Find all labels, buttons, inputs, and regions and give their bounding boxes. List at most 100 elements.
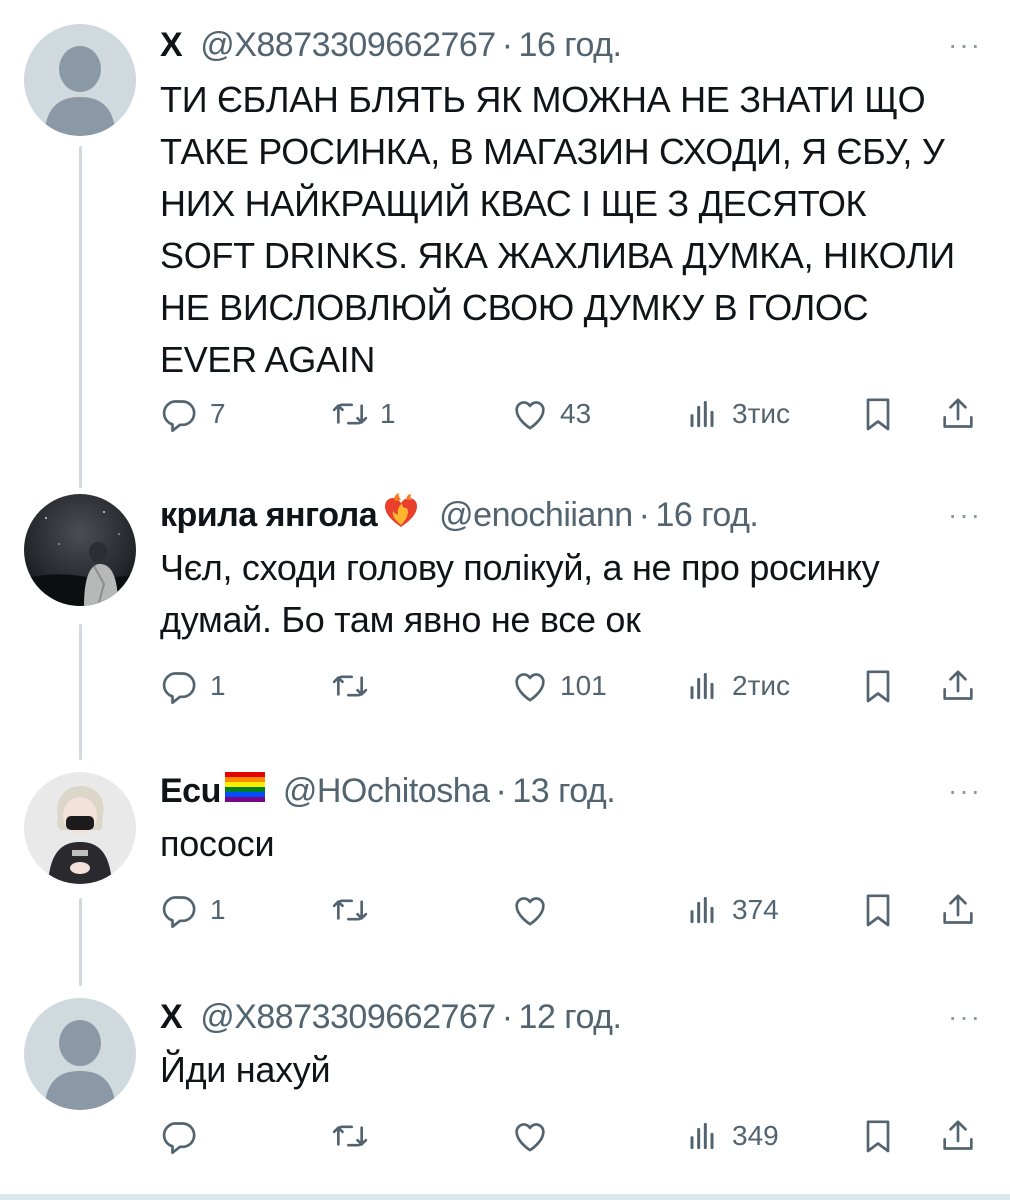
- bookmark-button[interactable]: [858, 1114, 898, 1158]
- separator: ·: [501, 997, 513, 1036]
- tweet-text: Чєл, сходи голову полікуй, а не про роси…: [160, 547, 880, 640]
- like-button[interactable]: [510, 1114, 560, 1158]
- reply-icon: [162, 896, 196, 928]
- heart-icon: [515, 673, 545, 702]
- username-handle[interactable]: @X8873309662767: [200, 26, 496, 65]
- action-bar: 1 101 2тис: [160, 664, 980, 708]
- username-handle[interactable]: @X8873309662767: [200, 998, 496, 1037]
- bookmark-button[interactable]: [858, 664, 898, 708]
- separator: ·: [638, 495, 650, 534]
- timestamp[interactable]: 16 год.: [656, 496, 759, 535]
- views-button[interactable]: 349: [682, 1114, 779, 1158]
- bookmark-button[interactable]: [858, 888, 898, 932]
- reply-button[interactable]: [160, 1114, 210, 1158]
- reply-count: 1: [210, 894, 226, 925]
- default-avatar-icon: [24, 24, 136, 136]
- default-avatar-icon: [24, 998, 136, 1110]
- view-count: 349: [732, 1120, 779, 1151]
- repost-button[interactable]: [330, 1114, 380, 1158]
- action-bar: 7 1 43 3тис: [160, 392, 980, 436]
- timestamp[interactable]: 13 год.: [512, 772, 615, 811]
- tweet-header: крила янгола @enochiiann · 16 год.: [160, 490, 759, 540]
- timestamp[interactable]: 12 год.: [519, 998, 622, 1037]
- repost-button[interactable]: [330, 664, 380, 708]
- like-button[interactable]: 43: [510, 392, 591, 436]
- like-count: 43: [560, 398, 592, 429]
- more-options-icon[interactable]: ···: [948, 20, 982, 70]
- reply-button[interactable]: 7: [160, 392, 226, 436]
- reply-count: 7: [210, 398, 226, 429]
- bookmark-icon: [866, 398, 890, 431]
- reply-button[interactable]: 1: [160, 888, 226, 932]
- views-button[interactable]: 2тис: [682, 664, 790, 708]
- view-count: 3тис: [732, 398, 791, 429]
- tweet[interactable]: крила янгола @enochiiann · 16 год. ··· Ч…: [0, 490, 1010, 740]
- display-name[interactable]: X: [160, 998, 183, 1037]
- display-name[interactable]: Ecu: [160, 772, 221, 811]
- reply-icon: [162, 400, 196, 432]
- views-button[interactable]: 374: [682, 888, 779, 932]
- separator: ·: [501, 25, 513, 64]
- timestamp[interactable]: 16 год.: [519, 26, 622, 65]
- avatar[interactable]: [24, 998, 136, 1110]
- bookmark-icon: [866, 894, 890, 927]
- tweet[interactable]: X @X8873309662767 · 12 год. ··· Йди наху…: [0, 992, 1010, 1182]
- tweet-text: пососи: [160, 823, 275, 864]
- share-button[interactable]: [938, 1114, 978, 1158]
- avatar[interactable]: [24, 494, 136, 606]
- like-button[interactable]: 101: [510, 664, 607, 708]
- separator: ·: [495, 771, 507, 810]
- share-icon: [943, 398, 973, 428]
- views-button[interactable]: 3тис: [682, 392, 790, 436]
- tweet[interactable]: Ecu @HOchitosha · 13 год. ··· пососи 1 3…: [0, 766, 1010, 966]
- bookmark-icon: [866, 670, 890, 703]
- tweet-header: X @X8873309662767 · 12 год.: [160, 992, 622, 1042]
- reply-icon: [162, 1122, 196, 1154]
- tweet-header: X @X8873309662767 · 16 год.: [160, 20, 622, 70]
- rainbow-flag-icon: [224, 771, 265, 811]
- heart-on-fire-icon: [381, 491, 421, 540]
- heart-icon: [515, 1123, 545, 1152]
- username-handle[interactable]: @enochiiann: [439, 496, 633, 535]
- display-name[interactable]: X: [160, 26, 183, 65]
- repost-count: 1: [380, 398, 396, 429]
- username-handle[interactable]: @HOchitosha: [283, 772, 490, 811]
- like-button[interactable]: [510, 888, 560, 932]
- repost-button[interactable]: [330, 888, 380, 932]
- analytics-icon: [690, 672, 714, 700]
- more-options-icon[interactable]: ···: [948, 992, 982, 1042]
- view-count: 2тис: [732, 670, 791, 701]
- action-bar: 349: [160, 1114, 980, 1158]
- photo-avatar-icon: [24, 772, 136, 884]
- repost-icon: [332, 403, 368, 425]
- repost-icon: [332, 675, 368, 697]
- share-button[interactable]: [938, 888, 978, 932]
- bookmark-icon: [866, 1120, 890, 1153]
- tweet[interactable]: X @X8873309662767 · 16 год. ··· ТИ ЄБЛАН…: [0, 20, 1010, 460]
- tweet-header: Ecu @HOchitosha · 13 год.: [160, 766, 616, 816]
- bookmark-button[interactable]: [858, 392, 898, 436]
- heart-icon: [515, 401, 545, 430]
- tweet-text: Йди нахуй: [160, 1049, 331, 1090]
- view-count: 374: [732, 894, 779, 925]
- analytics-icon: [690, 1122, 714, 1150]
- display-name[interactable]: крила янгола: [160, 496, 378, 535]
- analytics-icon: [690, 896, 714, 924]
- reply-icon: [162, 672, 196, 704]
- more-options-icon[interactable]: ···: [948, 490, 982, 540]
- avatar[interactable]: [24, 24, 136, 136]
- repost-button[interactable]: 1: [330, 392, 396, 436]
- like-count: 101: [560, 670, 607, 701]
- repost-icon: [332, 1125, 368, 1147]
- more-options-icon[interactable]: ···: [948, 766, 982, 816]
- repost-icon: [332, 899, 368, 921]
- analytics-icon: [690, 400, 714, 428]
- share-button[interactable]: [938, 664, 978, 708]
- reply-button[interactable]: 1: [160, 664, 226, 708]
- tweet-text: ТИ ЄБЛАН БЛЯТЬ ЯК МОЖНА НЕ ЗНАТИ ЩО ТАКЕ…: [160, 79, 955, 380]
- share-icon: [943, 670, 973, 700]
- avatar[interactable]: [24, 772, 136, 884]
- reply-count: 1: [210, 670, 226, 701]
- share-button[interactable]: [938, 392, 978, 436]
- action-bar: 1 374: [160, 888, 980, 932]
